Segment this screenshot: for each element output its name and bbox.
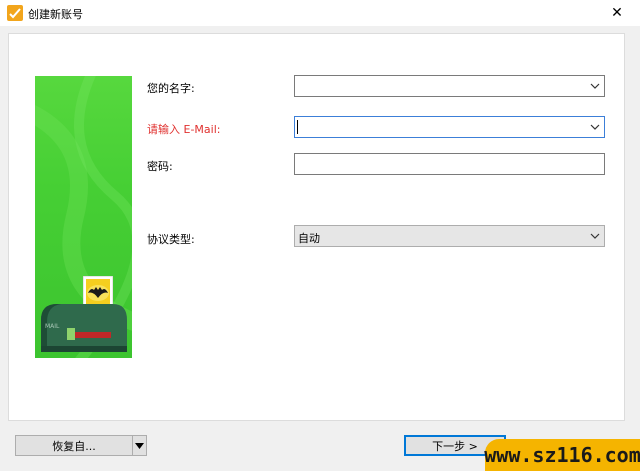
chevron-down-icon[interactable] [589, 230, 601, 242]
foxmail-app-icon [7, 5, 23, 21]
chevron-down-icon[interactable] [589, 80, 601, 92]
protocol-select[interactable]: 自动 [294, 225, 605, 247]
close-icon: ✕ [611, 5, 623, 21]
split-dropdown-arrow[interactable] [132, 436, 146, 455]
next-label: 下一步 > [432, 439, 478, 453]
chevron-down-icon[interactable] [589, 121, 601, 133]
title-bar: 创建新账号 ✕ [0, 0, 640, 26]
watermark-text: www.sz116.com [484, 443, 640, 467]
dialog-body: MAIL 您的名字: 请输入 E-Mail: 密码: 协议类型: 自动 恢复自.… [0, 26, 640, 471]
name-combobox[interactable] [294, 75, 605, 97]
site-watermark: www.sz116.com [484, 439, 640, 471]
wizard-banner: MAIL [35, 76, 132, 358]
password-label: 密码: [147, 160, 173, 173]
protocol-value: 自动 [298, 232, 320, 245]
text-caret [297, 120, 298, 134]
email-combobox[interactable] [294, 116, 605, 138]
close-button[interactable]: ✕ [594, 0, 640, 26]
restore-from-button[interactable]: 恢复自... [15, 435, 147, 456]
mailbox-icon: MAIL [41, 304, 127, 352]
triangle-down-icon [135, 442, 144, 449]
wizard-panel: MAIL 您的名字: 请输入 E-Mail: 密码: 协议类型: 自动 [8, 33, 625, 421]
svg-text:MAIL: MAIL [45, 323, 60, 330]
name-label: 您的名字: [147, 82, 195, 95]
window-title: 创建新账号 [28, 8, 83, 21]
password-input[interactable] [294, 153, 605, 175]
restore-from-label: 恢复自... [52, 439, 96, 453]
email-label: 请输入 E-Mail: [147, 123, 221, 136]
protocol-label: 协议类型: [147, 233, 195, 246]
